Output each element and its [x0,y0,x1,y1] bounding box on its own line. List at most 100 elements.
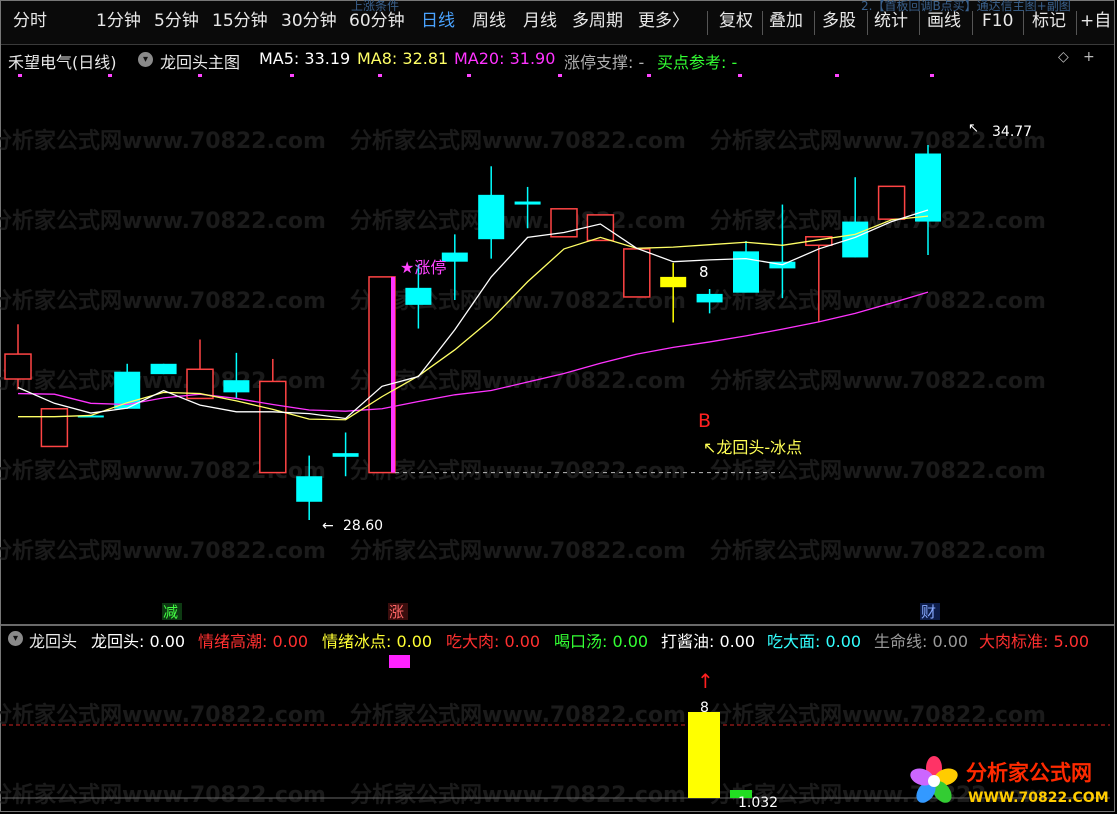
indicator-item: 吃大面: 0.00 [767,632,862,651]
count-label: 8 [699,263,709,281]
watermark-text: 分析家公式网www.70822.com [350,128,686,154]
candle-body [877,185,906,220]
period-marker [558,74,562,77]
watermark-text: 分析家公式网www.70822.com [0,128,326,154]
candle-body [733,251,759,293]
watermark-text: 分析家公式网www.70822.com [0,538,326,564]
candle-body [296,476,323,502]
dragon-note: ↖龙回头-冰点 [703,438,802,457]
candle-body [478,194,505,240]
candle-body [586,214,615,242]
low-arrow: ← [322,518,334,534]
adjust-button[interactable]: 复权 [719,1,753,44]
candle-body [623,248,651,298]
indicator-item: 生命线: 0.00 [874,632,969,651]
up-arrow-icon: ↑ [697,669,714,693]
f10-button[interactable]: F10 [982,1,1013,44]
limit-up-label: ★涨停 [400,258,446,277]
period-tab-60min[interactable]: 60分钟 [349,1,405,44]
indicator-item: 情绪高潮: 0.00 [198,632,309,651]
indicator-name[interactable]: 龙回头 [29,628,77,652]
period-tab-5min[interactable]: 5分钟 [154,1,199,44]
watermark-text: 分析家公式网www.70822.com [0,702,326,728]
period-tab-weekly[interactable]: 周线 [472,1,506,44]
statistics-button[interactable]: 统计 [874,1,908,44]
period-tab-monthly[interactable]: 月线 [523,1,557,44]
low-price-label: 28.60 [343,518,383,534]
period-tab-15min[interactable]: 15分钟 [212,1,268,44]
candle-body [405,287,432,305]
period-tab-daily[interactable]: 日线 [421,1,455,44]
candle-body [4,353,32,380]
candle-body [332,453,359,457]
period-marker [738,74,742,77]
high-arrow: ↖ [968,121,979,136]
watermark-text: 分析家公式网www.70822.com [350,208,686,234]
period-marker [835,74,839,77]
limit-marker-block [389,655,410,668]
signal-bar-label: 8 [700,700,709,716]
ma5-label: MA5: 33.19 [259,49,351,68]
ma8-label: MA8: 32.81 [357,49,449,68]
watermark-text: 分析家公式网www.70822.com [0,782,326,808]
watermark-text: 分析家公式网www.70822.com [710,368,1046,394]
logo-url: WWW.70822.COM [968,790,1109,806]
candle-body [915,153,941,222]
indicator-watermark-layer: 分析家公式网www.70822.com 分析家公式网www.70822.com 分析… [0,702,1046,808]
logo-text: 分析家公式网 [966,761,1092,785]
watermark-text: 分析家公式网www.70822.com [350,702,686,728]
period-marker [930,74,934,77]
candlestick-chart[interactable]: 分析家公式网www.70822.com 分析家公式网www.70822.com 分析… [0,70,1117,620]
candle-body [660,276,687,288]
candle-body [842,221,869,258]
chevron-down-icon[interactable]: ▾ [8,631,23,646]
toolbar-divider [814,11,815,35]
finance-event-label: 财 [921,603,936,620]
chevron-down-icon[interactable]: ▾ [138,52,153,67]
ma20-label: MA20: 31.90 [454,49,556,68]
site-logo: 分析家公式网 WWW.70822.COM [906,752,1111,810]
overlay-button[interactable]: 叠加 [769,1,803,44]
period-markers [18,74,934,77]
candle-body [150,363,177,375]
indicator-item: 吃大肉: 0.00 [446,632,541,651]
indicator-item: 情绪冰点: 0.00 [322,632,433,651]
event-labels: 减 涨 财 [162,603,940,620]
watermark-text: 分析家公式网www.70822.com [350,458,686,484]
toolbar-divider [707,11,708,35]
indicator-item: 大肉标准: 5.00 [979,632,1090,651]
watermark-text: 分析家公式网www.70822.com [710,538,1046,564]
multi-stock-button[interactable]: 多股 [822,1,856,44]
toolbar-divider [867,11,868,35]
toolbar-divider [919,11,920,35]
candle-body [696,293,723,303]
watermark-text: 分析家公式网www.70822.com [0,208,326,234]
panel-separator[interactable] [1,624,1114,626]
candle-body [40,408,69,448]
toolbar-divider [1023,11,1024,35]
add-watchlist-button[interactable]: +自 [1080,1,1111,44]
indicator-legend: ▾ 龙回头 龙回头: 0.00 情绪高潮: 0.00 情绪冰点: 0.00 吃大… [1,628,1114,652]
watermark-text: 分析家公式网www.70822.com [350,538,686,564]
toolbar-divider [1076,11,1077,35]
period-marker [108,74,112,77]
period-marker [198,74,202,77]
high-price-label: 34.77 [992,124,1032,140]
diamond-icon[interactable]: ◇ [1058,49,1069,65]
watermark-text: 分析家公式网www.70822.com [710,458,1046,484]
flower-logo-icon: 分析家公式网 WWW.70822.COM [910,756,1109,806]
mark-button[interactable]: 标记 [1032,1,1066,44]
period-tab-30min[interactable]: 30分钟 [281,1,337,44]
period-tab-1min[interactable]: 1分钟 [96,1,141,44]
watermark-text: 分析家公式网www.70822.com [0,288,326,314]
limit-up-edge [391,276,395,473]
period-tab-intraday[interactable]: 分时 [13,1,47,44]
period-marker [290,74,294,77]
indicator-item: 龙回头: 0.00 [91,632,186,651]
period-tab-multi[interactable]: 多周期 [572,1,623,44]
watermark-text: 分析家公式网www.70822.com [350,782,686,808]
plus-icon[interactable]: + [1083,49,1095,65]
candle-body [514,201,541,205]
period-tab-more[interactable]: 更多〉 [638,1,689,44]
draw-line-button[interactable]: 画线 [927,1,961,44]
